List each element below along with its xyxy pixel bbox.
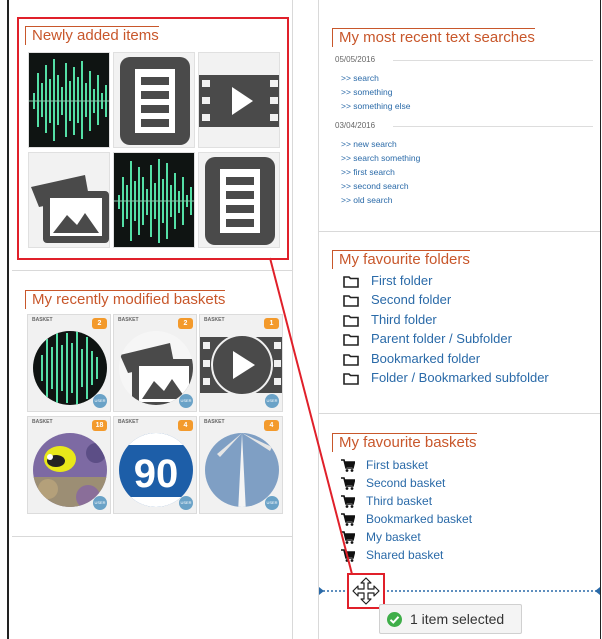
basket-count-badge: 1 (264, 318, 279, 329)
check-circle-icon (387, 612, 402, 627)
basket-label: My basket (366, 530, 421, 544)
favourite-baskets-title: My favourite baskets (332, 433, 477, 452)
basket-tile[interactable]: BASKET 4 USER (199, 416, 283, 514)
folder-icon (343, 354, 359, 366)
folder-label: Third folder (371, 312, 437, 327)
user-avatar-icon: USER (179, 394, 193, 408)
folder-icon (343, 373, 359, 385)
folder-label: Folder / Bookmarked subfolder (371, 370, 549, 385)
user-avatar-icon: USER (265, 394, 279, 408)
basket-label: Bookmarked basket (366, 512, 473, 526)
selection-toast-text: 1 item selected (410, 611, 505, 627)
column-divider-right (318, 0, 319, 639)
recent-search-link[interactable]: >> search (341, 73, 379, 83)
user-avatar-icon: USER (265, 496, 279, 510)
recent-search-link[interactable]: >> second search (341, 181, 409, 191)
cart-icon (341, 513, 355, 526)
cart-icon (341, 459, 355, 472)
folder-icon (343, 315, 359, 327)
left-border (7, 0, 9, 639)
folder-label: Second folder (371, 292, 452, 307)
basket-count-badge: 18 (92, 420, 107, 431)
basket-tile[interactable]: 90 BASKET 4 USER (113, 416, 197, 514)
recent-search-link[interactable]: >> new search (341, 139, 397, 149)
right-panel-sep-2 (319, 413, 600, 414)
recent-search-link[interactable]: >> something else (341, 101, 410, 111)
cart-icon (341, 495, 355, 508)
basket-count-badge: 4 (264, 420, 279, 431)
date-divider (393, 60, 593, 61)
move-cursor-icon (352, 577, 380, 605)
right-border (600, 0, 601, 639)
drag-source-highlight (17, 17, 289, 260)
recent-searches-title: My most recent text searches (332, 28, 535, 47)
recent-search-link[interactable]: >> old search (341, 195, 393, 205)
search-date-heading: 05/05/2016 (335, 55, 593, 64)
folder-icon (343, 276, 359, 288)
highway-number: 90 (134, 452, 179, 496)
column-divider (292, 0, 293, 639)
basket-count-badge: 4 (178, 420, 193, 431)
favourite-folders-title: My favourite folders (332, 250, 470, 269)
basket-label: Third basket (366, 494, 433, 508)
left-panel-sep-1 (12, 270, 292, 271)
selection-toast: 1 item selected (379, 604, 522, 634)
search-date: 05/05/2016 (335, 55, 376, 64)
cart-icon (341, 549, 355, 562)
search-date-heading: 03/04/2016 (335, 121, 593, 130)
basket-tile[interactable]: BASKET 2 USER (27, 314, 111, 412)
folder-icon (343, 334, 359, 346)
cart-icon (341, 477, 355, 490)
user-avatar-icon: USER (93, 394, 107, 408)
drop-line-left-arrow (319, 587, 324, 595)
folder-label: Parent folder / Subfolder (371, 331, 512, 346)
left-panel-sep-2 (12, 536, 292, 537)
basket-label: Shared basket (366, 548, 444, 562)
basket-label: First basket (366, 458, 429, 472)
user-avatar-icon: USER (93, 496, 107, 510)
recent-search-link[interactable]: >> something (341, 87, 393, 97)
basket-tile[interactable]: BASKET 18 USER (27, 416, 111, 514)
recent-search-link[interactable]: >> first search (341, 167, 395, 177)
basket-tile-label: BASKET (204, 317, 225, 323)
folder-label: First folder (371, 273, 433, 288)
folder-icon (343, 295, 359, 307)
basket-tile-label: BASKET (204, 419, 225, 425)
recent-baskets-title: My recently modified baskets (25, 290, 226, 309)
basket-tile-label: BASKET (118, 419, 139, 425)
basket-count-badge: 2 (92, 318, 107, 329)
search-date: 03/04/2016 (335, 121, 376, 130)
basket-tile[interactable]: BASKET 1 USER (199, 314, 283, 412)
date-divider (393, 126, 593, 127)
basket-tile[interactable]: BASKET 2 USER (113, 314, 197, 412)
cart-icon (341, 531, 355, 544)
basket-tile-label: BASKET (32, 317, 53, 323)
basket-tile-label: BASKET (32, 419, 53, 425)
basket-count-badge: 2 (178, 318, 193, 329)
right-panel-sep-1 (319, 231, 600, 232)
basket-label: Second basket (366, 476, 446, 490)
recent-search-link[interactable]: >> search something (341, 153, 420, 163)
basket-tile-label: BASKET (118, 317, 139, 323)
user-avatar-icon: USER (179, 496, 193, 510)
folder-label: Bookmarked folder (371, 351, 481, 366)
